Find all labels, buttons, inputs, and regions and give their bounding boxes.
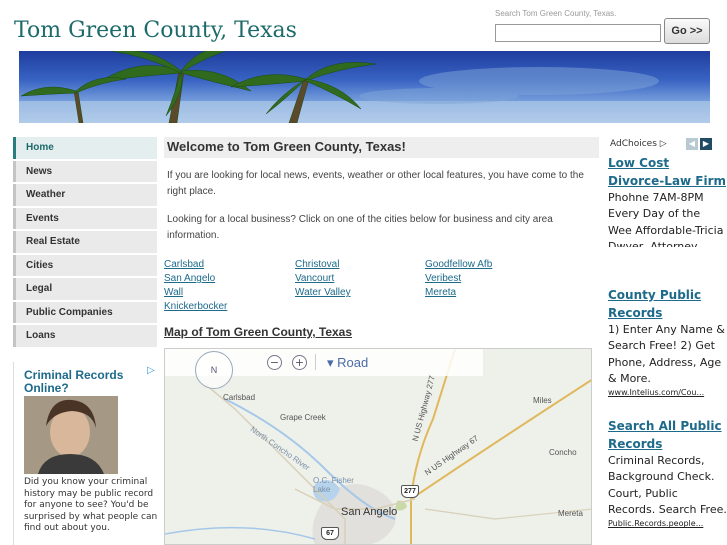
city-link-goodfellow-afb[interactable]: Goodfellow Afb	[425, 258, 492, 272]
map-label-miles: Miles	[533, 396, 552, 405]
zoom-out-button[interactable]: −	[267, 355, 282, 370]
left-ad[interactable]: Criminal Records Online? ▷ Did you know …	[13, 362, 160, 545]
city-link-christoval[interactable]: Christoval	[295, 258, 339, 272]
right-ad-1-body: Phohne 7AM-8PM Every Day of the Wee Affo…	[608, 191, 724, 247]
highway-277-shield: 277	[401, 485, 419, 498]
right-ad-3-url[interactable]: Public.Records.people...	[608, 518, 727, 530]
site-title[interactable]: Tom Green County, Texas	[14, 18, 297, 43]
nav-item-public-companies[interactable]: Public Companies	[13, 301, 157, 323]
adchoices-text[interactable]: AdChoices	[610, 139, 657, 149]
map-label-san-angelo: San Angelo	[341, 506, 398, 518]
map-label-mereta: Mereta	[558, 509, 583, 518]
city-link-vancourt[interactable]: Vancourt	[295, 272, 334, 286]
nav-item-real-estate[interactable]: Real Estate	[13, 231, 157, 253]
adchoices-icon[interactable]: ▷	[147, 365, 159, 377]
highway-67-shield: 67	[321, 527, 339, 540]
nav-item-weather[interactable]: Weather	[13, 184, 157, 206]
map-label-concho: Concho	[549, 448, 577, 457]
adchoices-icon[interactable]: ▷	[660, 139, 667, 149]
search-hint: Search Tom Green County, Texas.	[495, 9, 617, 18]
map-label-oc-fisher: O.C. Fisher Lake	[313, 476, 354, 494]
right-ad-3-body: Criminal Records, Background Check. Cour…	[608, 454, 727, 516]
palm-tree-banner	[19, 51, 710, 123]
intro-text: If you are looking for local news, event…	[167, 168, 597, 244]
map-label-grape-creek: Grape Creek	[280, 413, 326, 422]
county-map[interactable]: N − + ▾ Road Carlsbad Grape Creek North …	[164, 348, 592, 545]
map-title: Map of Tom Green County, Texas	[164, 325, 353, 339]
map-label-carlsbad: Carlsbad	[223, 393, 256, 402]
toolbar-divider	[315, 354, 316, 370]
city-link-knickerbocker[interactable]: Knickerbocker	[164, 300, 227, 314]
adchoices-label[interactable]: AdChoices ▷	[610, 139, 667, 149]
right-ad-2-title[interactable]: County Public Records	[608, 286, 727, 322]
ad-next-button[interactable]: ▶	[700, 138, 712, 150]
zoom-in-button[interactable]: +	[292, 355, 307, 370]
road-view-dropdown[interactable]: ▾ Road	[327, 355, 368, 371]
right-ad-1-title[interactable]: Low Cost Divorce-Law Firm	[608, 154, 727, 190]
city-link-veribest[interactable]: Veribest	[425, 272, 461, 286]
go-button[interactable]: Go >>	[664, 18, 710, 44]
nav-item-loans[interactable]: Loans	[13, 325, 157, 347]
city-link-wall[interactable]: Wall	[164, 286, 183, 300]
nav-item-news[interactable]: News	[13, 160, 157, 182]
right-ad-1[interactable]: Low Cost Divorce-Law Firm Phohne 7AM-8PM…	[608, 154, 727, 247]
search-input[interactable]	[495, 24, 661, 42]
right-ad-3-title[interactable]: Search All Public Records	[608, 417, 727, 453]
nav-item-home[interactable]: Home	[13, 137, 157, 159]
right-ad-2[interactable]: County Public Records 1) Enter Any Name …	[608, 286, 727, 399]
left-ad-body: Did you know your criminal history may b…	[24, 477, 158, 533]
ad-prev-button[interactable]: ◀	[686, 138, 698, 150]
nav-item-cities[interactable]: Cities	[13, 254, 157, 276]
right-ads-column: AdChoices ▷ ◀ ▶ Low Cost Divorce-Law Fir…	[605, 137, 727, 545]
nav-item-events[interactable]: Events	[13, 207, 157, 229]
left-ad-title[interactable]: Criminal Records Online?	[24, 369, 160, 395]
city-link-water-valley[interactable]: Water Valley	[295, 286, 351, 300]
right-ad-3[interactable]: Search All Public Records Criminal Recor…	[608, 417, 727, 530]
welcome-title: Welcome to Tom Green County, Texas!	[167, 139, 406, 154]
city-link-mereta[interactable]: Mereta	[425, 286, 456, 300]
left-nav: Home News Weather Events Real Estate Cit…	[13, 137, 157, 349]
ad-photo[interactable]	[24, 396, 118, 474]
welcome-bar: Welcome to Tom Green County, Texas!	[164, 137, 599, 158]
nav-item-legal[interactable]: Legal	[13, 278, 157, 300]
right-ad-2-url[interactable]: www.Intelius.com/Cou...	[608, 387, 727, 399]
intro-paragraph-2: Looking for a local business? Click on o…	[167, 214, 553, 241]
city-link-carlsbad[interactable]: Carlsbad	[164, 258, 204, 272]
intro-paragraph-1: If you are looking for local news, event…	[167, 170, 584, 197]
right-ad-2-body: 1) Enter Any Name & Search Free! 2) Get …	[608, 323, 725, 385]
city-link-san-angelo[interactable]: San Angelo	[164, 272, 215, 286]
compass-control[interactable]: N	[195, 351, 233, 389]
